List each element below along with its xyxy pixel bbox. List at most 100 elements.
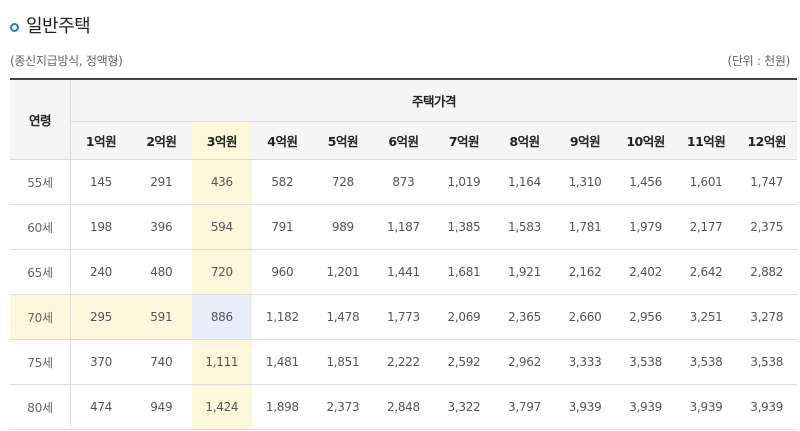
value-cell: 1,747	[736, 159, 797, 205]
section-title: 일반주택	[26, 16, 91, 37]
value-cell: 582	[252, 159, 313, 205]
value-cell: 2,365	[494, 294, 555, 340]
value-cell: 1,583	[494, 204, 555, 250]
value-cell: 2,962	[494, 339, 555, 385]
value-cell: 2,162	[554, 249, 616, 295]
value-cell: 3,939	[554, 384, 616, 430]
value-cell: 1,201	[312, 249, 374, 295]
price-column-header: 6억원	[373, 121, 434, 160]
value-cell: 3,538	[675, 339, 737, 385]
value-cell: 1,851	[312, 339, 374, 385]
house-price-header: 주택가격	[70, 79, 797, 122]
price-column-header: 5억원	[312, 121, 374, 160]
value-cell: 3,939	[675, 384, 737, 430]
value-cell: 1,681	[433, 249, 495, 295]
value-cell: 291	[131, 159, 192, 205]
circle-bullet-icon	[10, 22, 19, 32]
table-row: 65세 240 480 720 960 1,201 1,441 1,681 1,921 2,162…	[10, 249, 797, 295]
value-cell: 1,441	[373, 249, 434, 295]
value-cell: 240	[70, 249, 132, 295]
table-body: 55세 145 291 436 582 728 873 1,019 1,164 1,310 1,45…	[10, 159, 797, 430]
price-column-header: 1억원	[70, 121, 132, 160]
value-cell: 3,939	[736, 384, 797, 430]
value-cell: 2,592	[433, 339, 495, 385]
price-column-header: 2억원	[131, 121, 192, 160]
value-cell: 480	[131, 249, 192, 295]
value-cell: 145	[70, 159, 132, 205]
price-columns-row: 1억원 2억원 3억원 4억원 5억원 6억원 7억원 8억원 9억원 10억원 11억원 12억원	[10, 121, 797, 160]
value-cell: 3,538	[615, 339, 676, 385]
value-cell: 1,898	[252, 384, 313, 430]
value-cell: 198	[70, 204, 132, 250]
age-cell: 75세	[10, 339, 71, 385]
table-row: 60세 198 396 594 791 989 1,187 1,385 1,583 1,781 1,…	[10, 204, 797, 250]
age-cell: 60세	[10, 204, 71, 250]
value-cell: 1,773	[373, 294, 434, 340]
value-cell: 3,278	[736, 294, 797, 340]
value-cell: 3,797	[494, 384, 555, 430]
age-cell: 55세	[10, 159, 71, 205]
price-column-header: 4억원	[252, 121, 313, 160]
value-cell: 989	[312, 204, 374, 250]
table-row: 80세 474 949 1,424 1,898 2,373 2,848 3,322 3,797 3…	[10, 384, 797, 430]
value-cell: 1,601	[675, 159, 737, 205]
table-row: 70세 295 591 886 1,182 1,478 1,773 2,069 2,365 2,6…	[10, 294, 797, 340]
value-cell: 2,375	[736, 204, 797, 250]
value-cell: 2,373	[312, 384, 374, 430]
value-cell: 1,182	[252, 294, 313, 340]
value-cell: 2,848	[373, 384, 434, 430]
value-cell: 2,660	[554, 294, 616, 340]
value-cell: 1,164	[494, 159, 555, 205]
payment-method-note: (종신지급방식, 정액형)	[10, 54, 123, 68]
price-column-header: 7억원	[433, 121, 495, 160]
value-cell: 1,019	[433, 159, 495, 205]
value-cell: 1,310	[554, 159, 616, 205]
value-cell: 3,939	[615, 384, 676, 430]
value-cell: 960	[252, 249, 313, 295]
value-cell: 1,478	[312, 294, 374, 340]
age-cell: 65세	[10, 249, 71, 295]
value-cell: 2,222	[373, 339, 434, 385]
value-cell: 728	[312, 159, 374, 205]
value-cell: 1,481	[252, 339, 313, 385]
value-cell: 2,882	[736, 249, 797, 295]
price-column-header: 11억원	[675, 121, 737, 160]
price-column-header: 3억원	[191, 121, 253, 160]
value-cell: 1,979	[615, 204, 676, 250]
value-cell: 1,111	[191, 339, 253, 385]
age-cell: 80세	[10, 384, 71, 430]
value-cell: 886	[191, 294, 253, 340]
value-cell: 591	[131, 294, 192, 340]
value-cell: 370	[70, 339, 132, 385]
table-row: 75세 370 740 1,111 1,481 1,851 2,222 2,592 2,962 3…	[10, 339, 797, 385]
value-cell: 2,642	[675, 249, 737, 295]
value-cell: 2,177	[675, 204, 737, 250]
value-cell: 1,921	[494, 249, 555, 295]
value-cell: 740	[131, 339, 192, 385]
value-cell: 3,333	[554, 339, 616, 385]
value-cell: 2,402	[615, 249, 676, 295]
value-cell: 396	[131, 204, 192, 250]
value-cell: 949	[131, 384, 192, 430]
section-title-row: 일반주택	[10, 12, 91, 38]
value-cell: 594	[191, 204, 253, 250]
price-column-header: 12억원	[736, 121, 797, 160]
value-cell: 2,069	[433, 294, 495, 340]
value-cell: 2,956	[615, 294, 676, 340]
age-cell: 70세	[10, 294, 71, 340]
value-cell: 1,456	[615, 159, 676, 205]
value-cell: 3,322	[433, 384, 495, 430]
value-cell: 720	[191, 249, 253, 295]
value-cell: 873	[373, 159, 434, 205]
value-cell: 436	[191, 159, 253, 205]
value-cell: 3,538	[736, 339, 797, 385]
value-cell: 1,385	[433, 204, 495, 250]
price-column-header: 8억원	[494, 121, 555, 160]
value-cell: 1,187	[373, 204, 434, 250]
value-cell: 295	[70, 294, 132, 340]
value-cell: 1,424	[191, 384, 253, 430]
unit-note: (단위 : 천원)	[727, 54, 791, 68]
value-cell: 474	[70, 384, 132, 430]
age-header: 연령	[10, 79, 71, 160]
price-column-header: 9억원	[554, 121, 616, 160]
